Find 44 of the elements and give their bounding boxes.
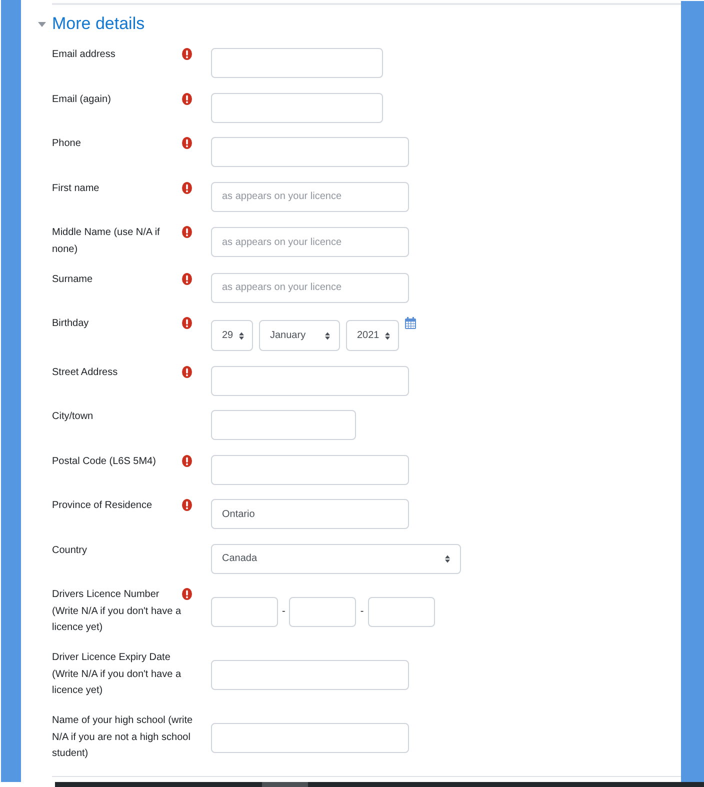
- input-field[interactable]: [368, 597, 435, 628]
- input-field[interactable]: [289, 597, 356, 628]
- updown-caret-icon: [239, 332, 244, 340]
- select-field[interactable]: Canada: [211, 544, 461, 574]
- field-label: Street Address: [52, 366, 119, 380]
- input-field[interactable]: [211, 92, 383, 122]
- updown-caret-icon: [445, 554, 450, 562]
- separator-dash: -: [360, 606, 364, 618]
- field-label: Email (again): [52, 92, 112, 106]
- field-label: Birthday: [52, 317, 90, 331]
- year-select[interactable]: 2021: [346, 320, 399, 351]
- input-field[interactable]: Ontario: [211, 499, 409, 529]
- calendar-icon[interactable]: [405, 317, 416, 329]
- field-label: Email address: [52, 48, 116, 62]
- input-field[interactable]: [211, 454, 409, 484]
- input-field[interactable]: [211, 660, 409, 690]
- month-select[interactable]: January: [259, 320, 340, 351]
- field-label: Drivers Licence Number (Write N/A if you don't have a licence yet): [52, 588, 182, 635]
- field-label: Postal Code (L6S 5M4): [52, 454, 157, 468]
- input-field[interactable]: [211, 723, 409, 754]
- input-field[interactable]: [211, 48, 383, 78]
- separator-dash: -: [282, 606, 286, 618]
- field-label: Driver Licence Expiry Date (Write N/A if you don't have a licence yet): [52, 651, 182, 698]
- input-field[interactable]: as appears on your licence: [211, 182, 409, 212]
- input-field[interactable]: [211, 366, 409, 396]
- section-title[interactable]: More details: [52, 13, 145, 35]
- input-field[interactable]: as appears on your licence: [211, 272, 409, 302]
- updown-caret-icon: [325, 332, 330, 340]
- field-label: City/town: [52, 410, 94, 424]
- field-label: First name: [52, 182, 100, 196]
- bottom-bar-segment: [262, 782, 308, 787]
- field-label: Middle Name (use N/A if none): [52, 226, 161, 256]
- input-field[interactable]: as appears on your licence: [211, 227, 409, 257]
- field-label: Country: [52, 544, 88, 558]
- updown-caret-icon: [385, 332, 390, 340]
- field-label: Name of your high school (write N/A if you are not a high school student): [52, 714, 194, 761]
- field-label: Surname: [52, 272, 94, 286]
- field-label: Province of Residence: [52, 499, 154, 513]
- field-label: Phone: [52, 137, 82, 151]
- day-select[interactable]: 29: [211, 320, 253, 351]
- input-field[interactable]: [211, 597, 278, 628]
- input-field[interactable]: [211, 410, 356, 440]
- input-field[interactable]: [211, 137, 409, 167]
- caret-icon[interactable]: [38, 22, 46, 26]
